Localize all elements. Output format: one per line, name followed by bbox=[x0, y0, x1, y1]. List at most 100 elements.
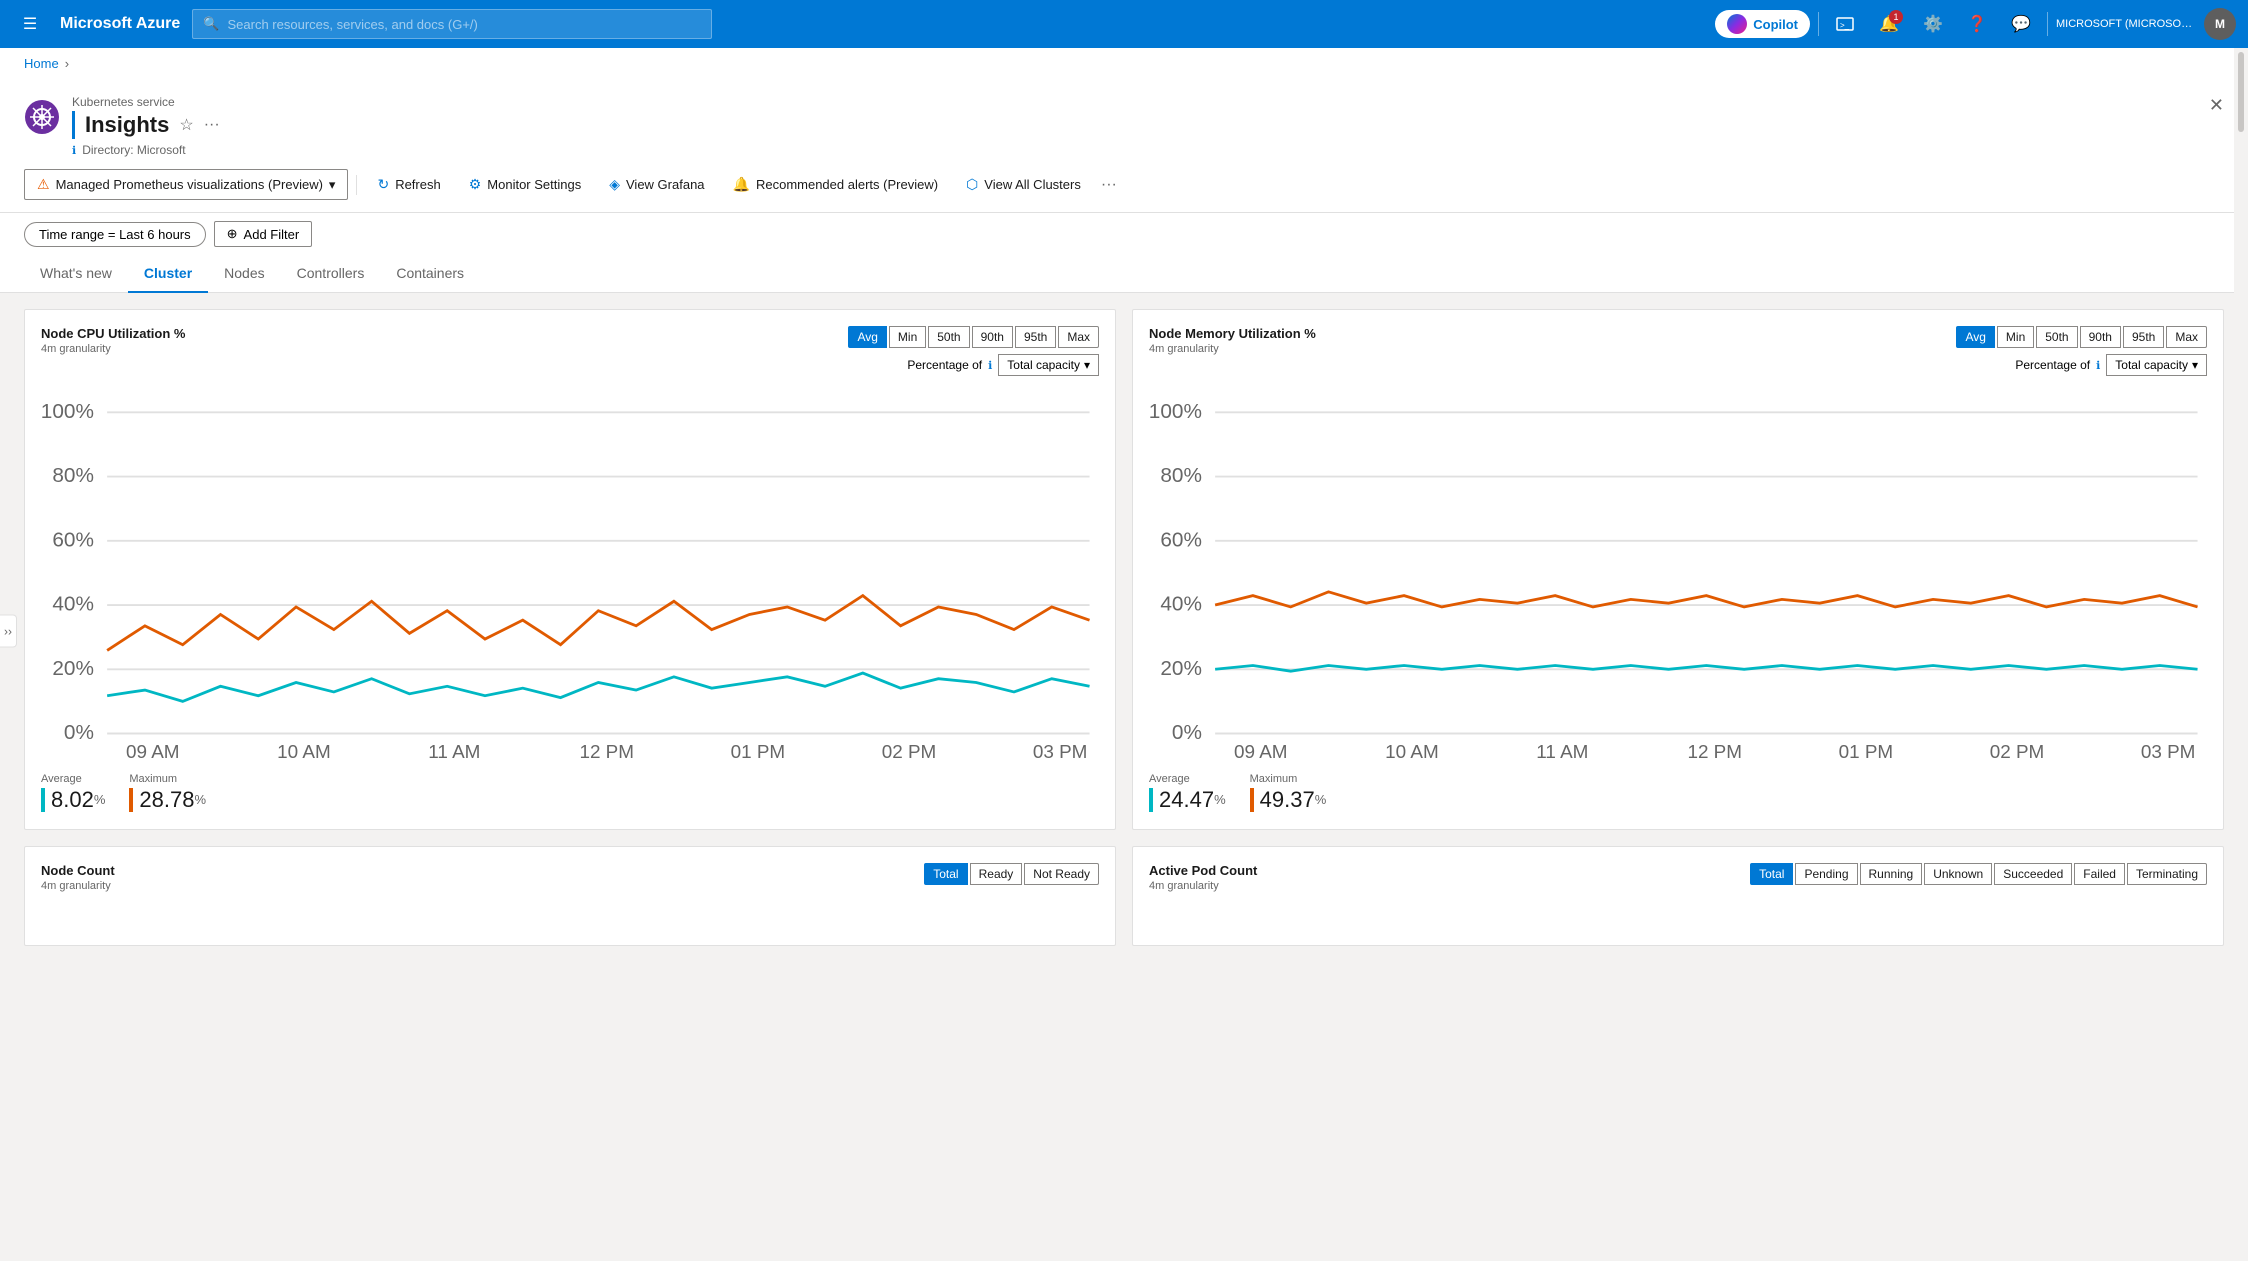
monitor-settings-button[interactable]: ⚙ Monitor Settings bbox=[457, 170, 594, 199]
tab-nodes[interactable]: Nodes bbox=[208, 255, 280, 293]
tab-cluster[interactable]: Cluster bbox=[128, 255, 208, 293]
cpu-stat-90th[interactable]: 90th bbox=[972, 326, 1013, 348]
node-count-granularity: 4m granularity bbox=[41, 880, 115, 892]
alert-icon: 🔔 bbox=[733, 176, 750, 193]
memory-stat-95th[interactable]: 95th bbox=[2123, 326, 2164, 348]
memory-capacity-dropdown[interactable]: Total capacity ▾ bbox=[2106, 354, 2207, 376]
cpu-chart-svg-container: 100% 80% 60% 40% 20% 0% bbox=[41, 384, 1099, 765]
breadcrumb-home[interactable]: Home bbox=[24, 56, 59, 71]
tab-controllers[interactable]: Controllers bbox=[281, 255, 381, 293]
svg-text:80%: 80% bbox=[1160, 464, 1202, 487]
svg-text:03 PM: 03 PM bbox=[1033, 742, 1088, 762]
svg-text:20%: 20% bbox=[1160, 657, 1202, 680]
svg-text:02 PM: 02 PM bbox=[1990, 742, 2045, 762]
page-title-row: Insights ☆ ··· bbox=[72, 111, 2209, 139]
pod-stat-pending[interactable]: Pending bbox=[1795, 863, 1857, 885]
page-subtitle: ℹ Directory: Microsoft bbox=[72, 143, 2209, 157]
cpu-stat-buttons: Avg Min 50th 90th 95th Max bbox=[848, 326, 1099, 348]
page-header: Kubernetes service Insights ☆ ··· ℹ Dire… bbox=[0, 79, 2248, 157]
directory-label: Directory: Microsoft bbox=[82, 143, 185, 157]
help-button[interactable]: ❓ bbox=[1959, 6, 1995, 42]
service-label: Kubernetes service bbox=[72, 95, 2209, 109]
cpu-avg-legend: Average 8.02 % bbox=[41, 773, 105, 813]
prometheus-dropdown-button[interactable]: ⚠ Managed Prometheus visualizations (Pre… bbox=[24, 169, 348, 200]
scrollbar-thumb[interactable] bbox=[2238, 52, 2244, 132]
scrollbar[interactable] bbox=[2234, 48, 2248, 1261]
cpu-avg-label: Average bbox=[41, 773, 105, 785]
cpu-avg-value-row: 8.02 % bbox=[41, 787, 105, 813]
settings-button[interactable]: ⚙️ bbox=[1915, 6, 1951, 42]
recommended-alerts-button[interactable]: 🔔 Recommended alerts (Preview) bbox=[721, 170, 951, 199]
cpu-stat-max[interactable]: Max bbox=[1058, 326, 1099, 348]
svg-text:09 AM: 09 AM bbox=[1234, 742, 1288, 762]
pod-stat-succeeded[interactable]: Succeeded bbox=[1994, 863, 2072, 885]
cpu-max-unit: % bbox=[194, 792, 206, 807]
cpu-capacity-dropdown[interactable]: Total capacity ▾ bbox=[998, 354, 1099, 376]
memory-stat-avg[interactable]: Avg bbox=[1956, 326, 1994, 348]
memory-percentage-of: Percentage of ℹ Total capacity ▾ bbox=[2015, 354, 2207, 376]
user-avatar[interactable]: M bbox=[2204, 8, 2236, 40]
pod-stat-running[interactable]: Running bbox=[1860, 863, 1923, 885]
cpu-stat-95th[interactable]: 95th bbox=[1015, 326, 1056, 348]
cloud-shell-button[interactable]: >_ bbox=[1827, 6, 1863, 42]
refresh-button[interactable]: ↻ Refresh bbox=[365, 170, 452, 199]
notifications-button[interactable]: 🔔 1 bbox=[1871, 6, 1907, 42]
memory-chart-title: Node Memory Utilization % bbox=[1149, 326, 1316, 341]
svg-text:12 PM: 12 PM bbox=[1687, 742, 1742, 762]
breadcrumb-sep: › bbox=[65, 56, 69, 71]
pod-count-granularity: 4m granularity bbox=[1149, 880, 1257, 892]
view-grafana-button[interactable]: ◈ View Grafana bbox=[597, 170, 716, 199]
memory-max-value-row: 49.37 % bbox=[1250, 787, 1327, 813]
main-content: Kubernetes service Insights ☆ ··· ℹ Dire… bbox=[0, 79, 2248, 1256]
tab-whats-new[interactable]: What's new bbox=[24, 255, 128, 293]
memory-stat-50th[interactable]: 50th bbox=[2036, 326, 2077, 348]
pod-stat-total[interactable]: Total bbox=[1750, 863, 1793, 885]
cpu-max-value-row: 28.78 % bbox=[129, 787, 206, 813]
node-stat-total[interactable]: Total bbox=[924, 863, 967, 885]
toolbar-more-button[interactable]: ··· bbox=[1097, 172, 1121, 198]
cpu-stat-min[interactable]: Min bbox=[889, 326, 926, 348]
node-stat-ready[interactable]: Ready bbox=[970, 863, 1023, 885]
svg-text:01 PM: 01 PM bbox=[731, 742, 786, 762]
favorite-icon[interactable]: ☆ bbox=[179, 115, 193, 135]
sidebar-collapse-button[interactable]: ›› bbox=[0, 614, 17, 647]
add-filter-button[interactable]: ⊕ Add Filter bbox=[214, 221, 313, 247]
memory-info-icon: ℹ bbox=[2096, 359, 2100, 372]
pod-stat-buttons: Total Pending Running Unknown Succeeded … bbox=[1750, 863, 2207, 885]
pod-stat-terminating[interactable]: Terminating bbox=[2127, 863, 2207, 885]
node-stat-not-ready[interactable]: Not Ready bbox=[1024, 863, 1099, 885]
dropdown-chevron-icon: ▾ bbox=[329, 177, 336, 193]
info-icon: ℹ bbox=[72, 144, 76, 157]
view-all-clusters-button[interactable]: ⬡ View All Clusters bbox=[954, 170, 1093, 199]
memory-stat-max[interactable]: Max bbox=[2166, 326, 2207, 348]
tab-containers[interactable]: Containers bbox=[380, 255, 480, 293]
close-button[interactable]: ✕ bbox=[2209, 95, 2224, 116]
cpu-chart-title: Node CPU Utilization % bbox=[41, 326, 185, 341]
hamburger-menu[interactable]: ☰ bbox=[12, 6, 48, 42]
svg-text:02 PM: 02 PM bbox=[882, 742, 937, 762]
global-search[interactable]: 🔍 Search resources, services, and docs (… bbox=[192, 9, 712, 39]
memory-dropdown-arrow: ▾ bbox=[2192, 358, 2198, 372]
pod-stat-unknown[interactable]: Unknown bbox=[1924, 863, 1992, 885]
copilot-button[interactable]: Copilot bbox=[1715, 10, 1810, 38]
more-options-icon[interactable]: ··· bbox=[204, 116, 220, 134]
cpu-stat-avg[interactable]: Avg bbox=[848, 326, 886, 348]
pod-count-title-area: Active Pod Count 4m granularity bbox=[1149, 863, 1257, 892]
memory-chart-card: Node Memory Utilization % 4m granularity… bbox=[1132, 309, 2224, 830]
memory-avg-value-row: 24.47 % bbox=[1149, 787, 1226, 813]
memory-stat-min[interactable]: Min bbox=[1997, 326, 2034, 348]
nav-divider-1 bbox=[1818, 12, 1819, 36]
node-count-title: Node Count bbox=[41, 863, 115, 878]
cpu-stat-50th[interactable]: 50th bbox=[928, 326, 969, 348]
memory-chart-controls: Avg Min 50th 90th 95th Max Percentage of… bbox=[1956, 326, 2207, 376]
time-range-filter[interactable]: Time range = Last 6 hours bbox=[24, 222, 206, 247]
memory-chart-legend: Average 24.47 % Maximum 49.37 % bbox=[1149, 773, 2207, 813]
charts-row-2: Node Count 4m granularity Total Ready No… bbox=[24, 846, 2224, 946]
memory-stat-90th[interactable]: 90th bbox=[2080, 326, 2121, 348]
user-display-name[interactable]: MICROSOFT (MICROSOFT.ONMI... bbox=[2056, 18, 2196, 30]
filter-icon: ⊕ bbox=[227, 226, 238, 242]
memory-avg-legend: Average 24.47 % bbox=[1149, 773, 1226, 813]
pod-stat-failed[interactable]: Failed bbox=[2074, 863, 2125, 885]
feedback-button[interactable]: 💬 bbox=[2003, 6, 2039, 42]
node-count-card: Node Count 4m granularity Total Ready No… bbox=[24, 846, 1116, 946]
